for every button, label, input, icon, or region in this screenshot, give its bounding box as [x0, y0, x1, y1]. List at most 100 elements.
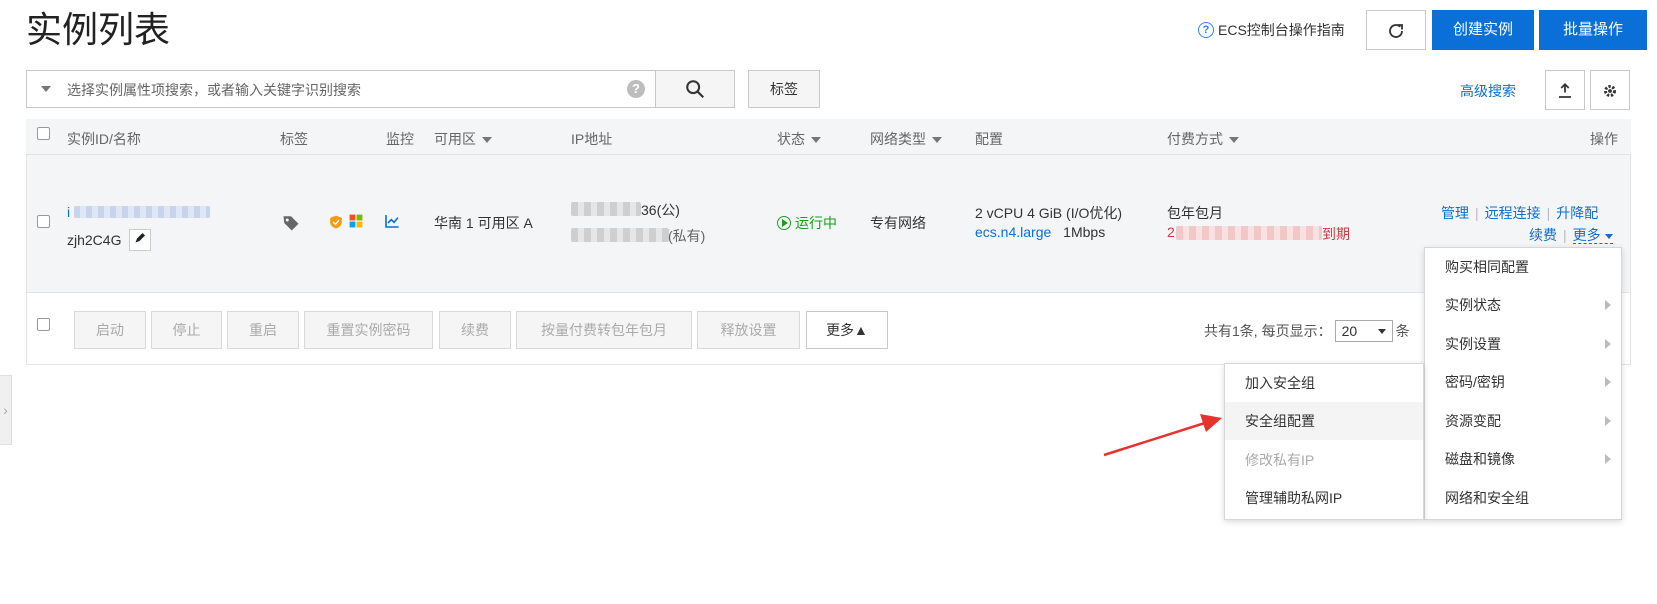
search-icon: [686, 80, 705, 99]
more-dropdown[interactable]: 更多: [1572, 227, 1613, 244]
renew-link[interactable]: 续费: [1529, 227, 1557, 243]
chevron-down-icon: [482, 137, 492, 144]
question-icon[interactable]: ?: [627, 80, 645, 98]
submenu-item-label: 修改私有IP: [1245, 452, 1315, 468]
monitor-chart-icon[interactable]: [383, 213, 401, 229]
settings-button[interactable]: [1590, 70, 1630, 110]
config-spec: 2 vCPU 4 GiB (I/O优化): [975, 205, 1123, 221]
network-security-submenu: 加入安全组 安全组配置 修改私有IP 管理辅助私网IP: [1224, 363, 1424, 520]
tag-filter-button[interactable]: 标签: [748, 70, 820, 108]
menu-item-label: 实例设置: [1445, 336, 1501, 352]
menu-item-disk-image[interactable]: 磁盘和镜像: [1425, 440, 1621, 478]
windows-icon: [349, 214, 363, 228]
help-icon: ?: [1198, 22, 1214, 38]
instance-id-prefix[interactable]: i: [67, 204, 70, 220]
refresh-icon: [1389, 23, 1403, 38]
submenu-item-join-security-group[interactable]: 加入安全组: [1225, 364, 1423, 402]
select-all-checkbox[interactable]: [37, 127, 50, 140]
header-zone[interactable]: 可用区: [434, 129, 492, 149]
menu-item-password-key[interactable]: 密码/密钥: [1425, 363, 1621, 401]
start-button[interactable]: 启动: [74, 311, 146, 349]
menu-item-network-security[interactable]: 网络和安全组: [1425, 479, 1621, 517]
private-ip-suffix: (私有): [668, 228, 706, 244]
more-label: 更多: [1572, 227, 1601, 243]
private-ip-redacted: [571, 228, 669, 242]
remote-connect-link[interactable]: 远程连接: [1485, 205, 1541, 221]
bandwidth-value: 1Mbps: [1063, 224, 1106, 240]
zone-value: 华南 1 可用区 A: [434, 215, 533, 231]
chevron-right-icon: ›: [3, 402, 8, 418]
billing-type: 包年包月: [1167, 205, 1223, 221]
header-status[interactable]: 状态: [777, 129, 821, 149]
chevron-down-icon: [1377, 328, 1386, 334]
export-button[interactable]: [1545, 70, 1585, 110]
annotation-arrow: [1103, 414, 1222, 457]
reset-password-button[interactable]: 重置实例密码: [304, 311, 433, 349]
pagination-unit: 条: [1395, 323, 1410, 339]
create-instance-button[interactable]: 创建实例: [1432, 10, 1534, 50]
config-line2: ecs.n4.large 1Mbps: [975, 224, 1105, 240]
header-status-label: 状态: [777, 131, 805, 147]
menu-item-instance-settings[interactable]: 实例设置: [1425, 325, 1621, 363]
refresh-button[interactable]: [1366, 10, 1426, 50]
search-button[interactable]: [655, 70, 735, 108]
network-type: 专有网络: [870, 215, 926, 231]
instance-type-link[interactable]: ecs.n4.large: [975, 224, 1051, 240]
menu-item-label: 实例状态: [1445, 297, 1501, 313]
chevron-down-icon: [1229, 137, 1239, 144]
batch-operation-button[interactable]: 批量操作: [1539, 10, 1647, 50]
header-network[interactable]: 网络类型: [870, 129, 942, 149]
page-size-value: 20: [1341, 323, 1358, 339]
menu-item-instance-status[interactable]: 实例状态: [1425, 286, 1621, 324]
menu-item-resource-change[interactable]: 资源变配: [1425, 402, 1621, 440]
page-size-select[interactable]: 20: [1334, 320, 1393, 342]
instance-name: zjh2C4G: [67, 229, 152, 251]
console-guide-link[interactable]: ? ECS控制台操作指南: [1198, 18, 1345, 42]
page-title: 实例列表: [26, 9, 171, 50]
stop-button[interactable]: 停止: [151, 311, 222, 349]
release-settings-button[interactable]: 释放设置: [697, 311, 800, 349]
header-billing-label: 付费方式: [1167, 131, 1223, 147]
convert-billing-button[interactable]: 按量付费转包年包月: [516, 311, 692, 349]
more-actions-button[interactable]: 更多▲: [806, 311, 888, 349]
header-actions: 操作: [1590, 131, 1618, 147]
submenu-item-modify-private-ip: 修改私有IP: [1225, 441, 1423, 479]
menu-item-label: 密码/密钥: [1445, 374, 1505, 390]
menu-item-label: 购买相同配置: [1445, 259, 1529, 275]
header-billing[interactable]: 付费方式: [1167, 129, 1239, 149]
submenu-item-label: 加入安全组: [1245, 375, 1315, 391]
row-actions-line1: 管理 | 远程连接 | 升降配: [1441, 205, 1599, 221]
submenu-item-manage-secondary-ip[interactable]: 管理辅助私网IP: [1225, 479, 1423, 517]
chevron-down-icon[interactable]: [41, 86, 51, 92]
search-placeholder[interactable]: 选择实例属性项搜索，或者输入关键字识别搜索: [67, 80, 361, 100]
upgrade-link[interactable]: 升降配: [1556, 205, 1598, 221]
manage-link[interactable]: 管理: [1441, 205, 1469, 221]
status-badge: 运行中: [777, 213, 837, 233]
row-checkbox[interactable]: [37, 215, 50, 228]
restart-button[interactable]: 重启: [227, 311, 299, 349]
header-id-name: 实例ID/名称: [67, 131, 141, 147]
instance-id-redacted[interactable]: [74, 206, 210, 218]
public-ip-redacted: [571, 202, 641, 216]
header-zone-label: 可用区: [434, 131, 476, 147]
header-config: 配置: [975, 131, 1003, 147]
renew-button[interactable]: 续费: [439, 311, 511, 349]
chevron-right-icon: [1605, 377, 1611, 387]
header-ip: IP地址: [571, 131, 613, 147]
pagination-total: 共有1条, 每页显示：: [1204, 323, 1332, 339]
search-bar[interactable]: 选择实例属性项搜索，或者输入关键字识别搜索 ?: [26, 70, 656, 108]
bottom-select-checkbox[interactable]: [37, 318, 50, 331]
shield-icon[interactable]: [329, 214, 343, 230]
sidebar-expand-tab[interactable]: ›: [0, 375, 12, 445]
status-label: 运行中: [795, 215, 837, 231]
pagination-info: 共有1条, 每页显示： 20 条: [1204, 320, 1410, 342]
expire-prefix: 2: [1167, 224, 1175, 240]
menu-item-buy-same[interactable]: 购买相同配置: [1425, 248, 1621, 286]
edit-name-button[interactable]: [129, 229, 152, 251]
chevron-right-icon: [1605, 416, 1611, 426]
submenu-item-label: 管理辅助私网IP: [1245, 490, 1343, 506]
tag-icon[interactable]: [281, 214, 301, 232]
submenu-item-security-group-config[interactable]: 安全组配置: [1225, 402, 1423, 440]
chevron-right-icon: [1605, 300, 1611, 310]
advanced-search-link[interactable]: 高级搜索: [1460, 81, 1516, 101]
